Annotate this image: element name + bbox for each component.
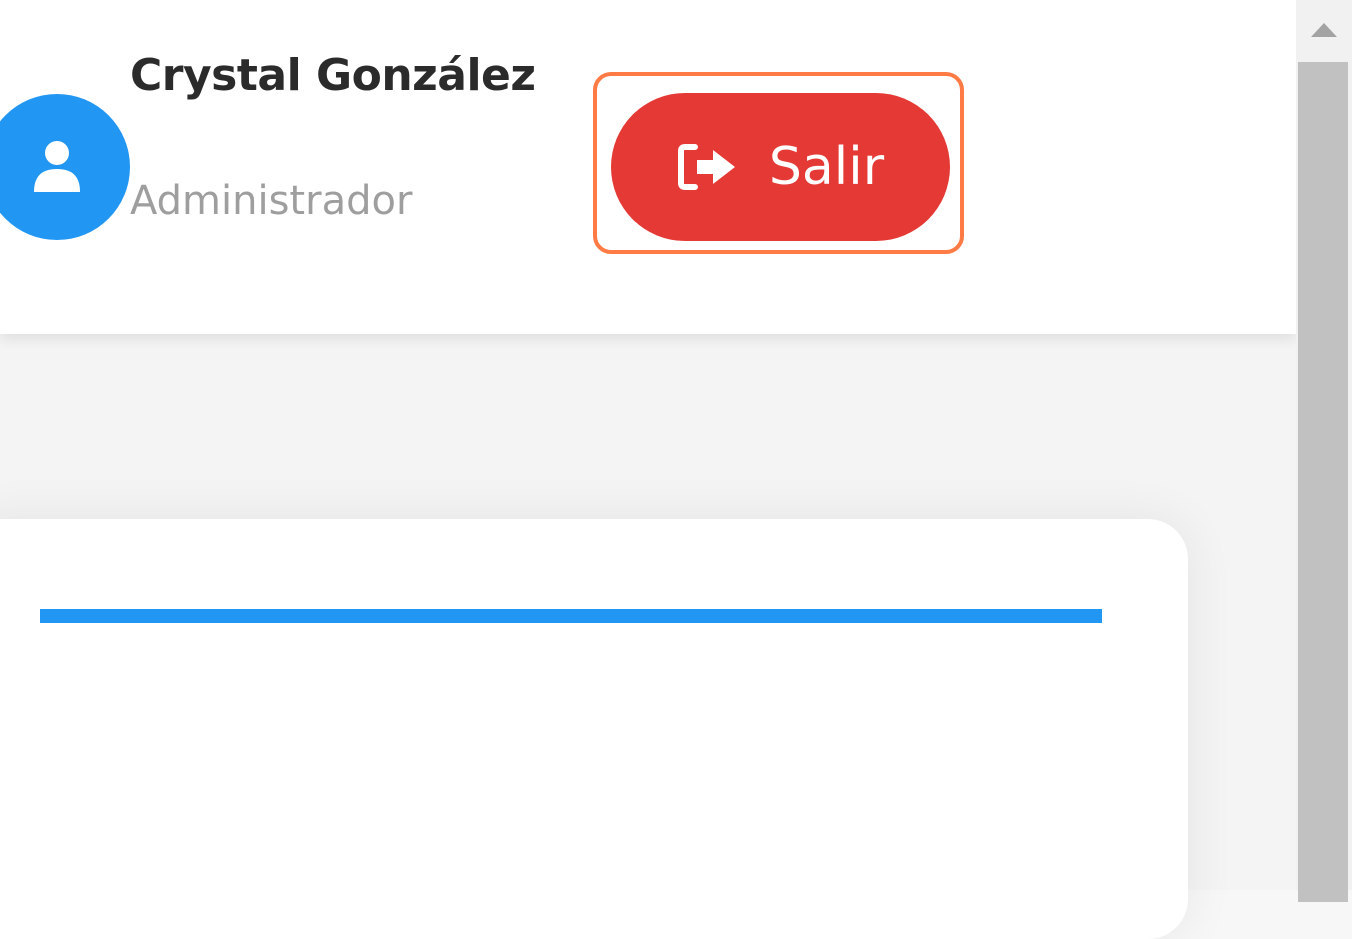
content-card (0, 519, 1188, 939)
logout-button[interactable]: Salir (611, 93, 950, 241)
user-avatar[interactable] (0, 94, 130, 240)
scroll-up-button[interactable] (1296, 0, 1352, 60)
top-header: Crystal González Administrador Salir (0, 0, 1296, 334)
blue-divider-bar (40, 609, 1102, 623)
main-content (0, 334, 1296, 939)
vertical-scrollbar[interactable] (1296, 0, 1352, 902)
arrow-up-icon (1311, 23, 1337, 37)
scroll-thumb[interactable] (1298, 62, 1348, 902)
user-name: Crystal González (130, 50, 536, 101)
sign-out-icon (677, 142, 739, 192)
user-icon (34, 141, 80, 192)
user-role: Administrador (130, 178, 413, 224)
logout-label: Salir (768, 137, 885, 197)
